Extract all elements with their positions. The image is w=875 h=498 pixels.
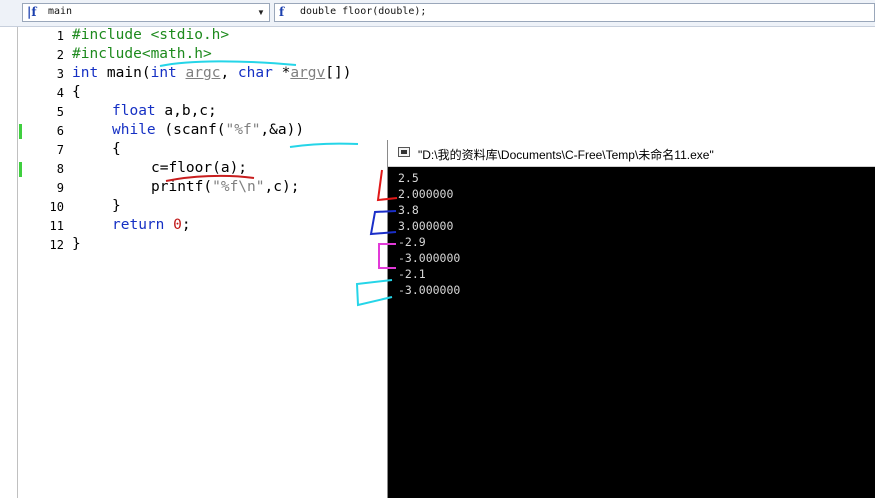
code-text: (scanf( [155,122,226,138]
code-line: } [72,236,81,252]
console-output-line: 2.000000 [398,187,454,201]
code-line: } [112,198,121,214]
function-icon: |f [27,5,37,19]
line-number: 9 [56,181,64,195]
string-literal: "%f\n" [212,179,265,195]
console-output-line: 3.8 [398,203,419,217]
code-text: } [72,236,81,252]
chevron-down-icon[interactable]: ▼ [253,4,269,21]
code-text: , [220,65,238,81]
keyword: while [112,122,156,138]
keyword: int [150,65,177,81]
code-text: ,c); [264,179,300,195]
line-number: 10 [49,200,64,214]
line-number: 1 [56,29,64,43]
console-title: "D:\我的资料库\Documents\C-Free\Temp\未命名11.ex… [418,148,714,162]
keyword: float [112,103,156,119]
console-output-line: -3.000000 [398,251,461,265]
left-panel [0,27,18,498]
number-literal: 0 [173,217,182,233]
line-number: 3 [56,67,64,81]
line-number-gutter: 1 2 3 4 5 6 7 8 9 10 11 12 [18,27,68,498]
keyword: int [72,65,99,81]
code-text: []) [325,65,352,81]
parameter: argc [185,65,221,81]
code-text: ,&a)) [260,122,305,138]
console-output-line: -2.9 [398,235,426,249]
console-output-line: -3.000000 [398,283,461,297]
line-number: 12 [49,238,64,252]
function-combo-value: main [48,6,73,17]
code-line: c=floor(a); [151,160,247,176]
code-line: printf("%f\n",c); [151,179,299,195]
code-text: { [72,84,81,100]
line-number: 4 [56,86,64,100]
console-output-line: 3.000000 [398,219,454,233]
code-line: #include<math.h> [72,46,212,62]
code-line: float a,b,c; [112,103,217,119]
console-output-line: 2.5 [398,171,419,185]
code-line: #include <stdio.h> [72,27,229,43]
function-combo[interactable]: |f main ▼ [22,3,270,22]
preprocessor-directive: #include<math.h> [72,46,212,62]
parameter: argv [290,65,326,81]
modified-line-marker [19,162,22,177]
code-text: c=floor(a); [151,160,248,176]
code-text: { [112,141,121,157]
line-number: 8 [56,162,64,176]
function-icon: f [279,5,285,19]
modified-line-marker [19,124,22,139]
console-title-bar[interactable]: "D:\我的资料库\Documents\C-Free\Temp\未命名11.ex… [388,140,875,167]
code-line: { [112,141,121,157]
console-window[interactable]: "D:\我的资料库\Documents\C-Free\Temp\未命名11.ex… [387,140,875,498]
console-app-icon [398,147,410,157]
string-literal: "%f" [225,122,261,138]
preprocessor-directive: #include <stdio.h> [72,27,230,43]
line-number: 11 [49,219,64,233]
line-number: 7 [56,143,64,157]
code-text: * [272,65,291,81]
keyword: char [237,65,273,81]
line-number: 6 [56,124,64,138]
code-line: return 0; [112,217,191,233]
code-line: int main(int argc, char *argv[]) [72,65,351,81]
code-text: printf( [151,179,213,195]
console-output-line: -2.1 [398,267,426,281]
code-line: { [72,84,81,100]
code-line: while (scanf("%f",&a)) [112,122,304,138]
line-number: 2 [56,48,64,62]
keyword: return [112,217,165,233]
function-navigation-bar: |f main ▼ f double floor(double); [0,0,875,27]
code-text: main( [98,65,151,81]
signature-combo[interactable]: f double floor(double); [274,3,875,22]
code-text: a,b,c; [155,103,217,119]
code-text: } [112,198,121,214]
line-number: 5 [56,105,64,119]
signature-combo-value: double floor(double); [300,6,427,17]
code-text: ; [181,217,191,233]
